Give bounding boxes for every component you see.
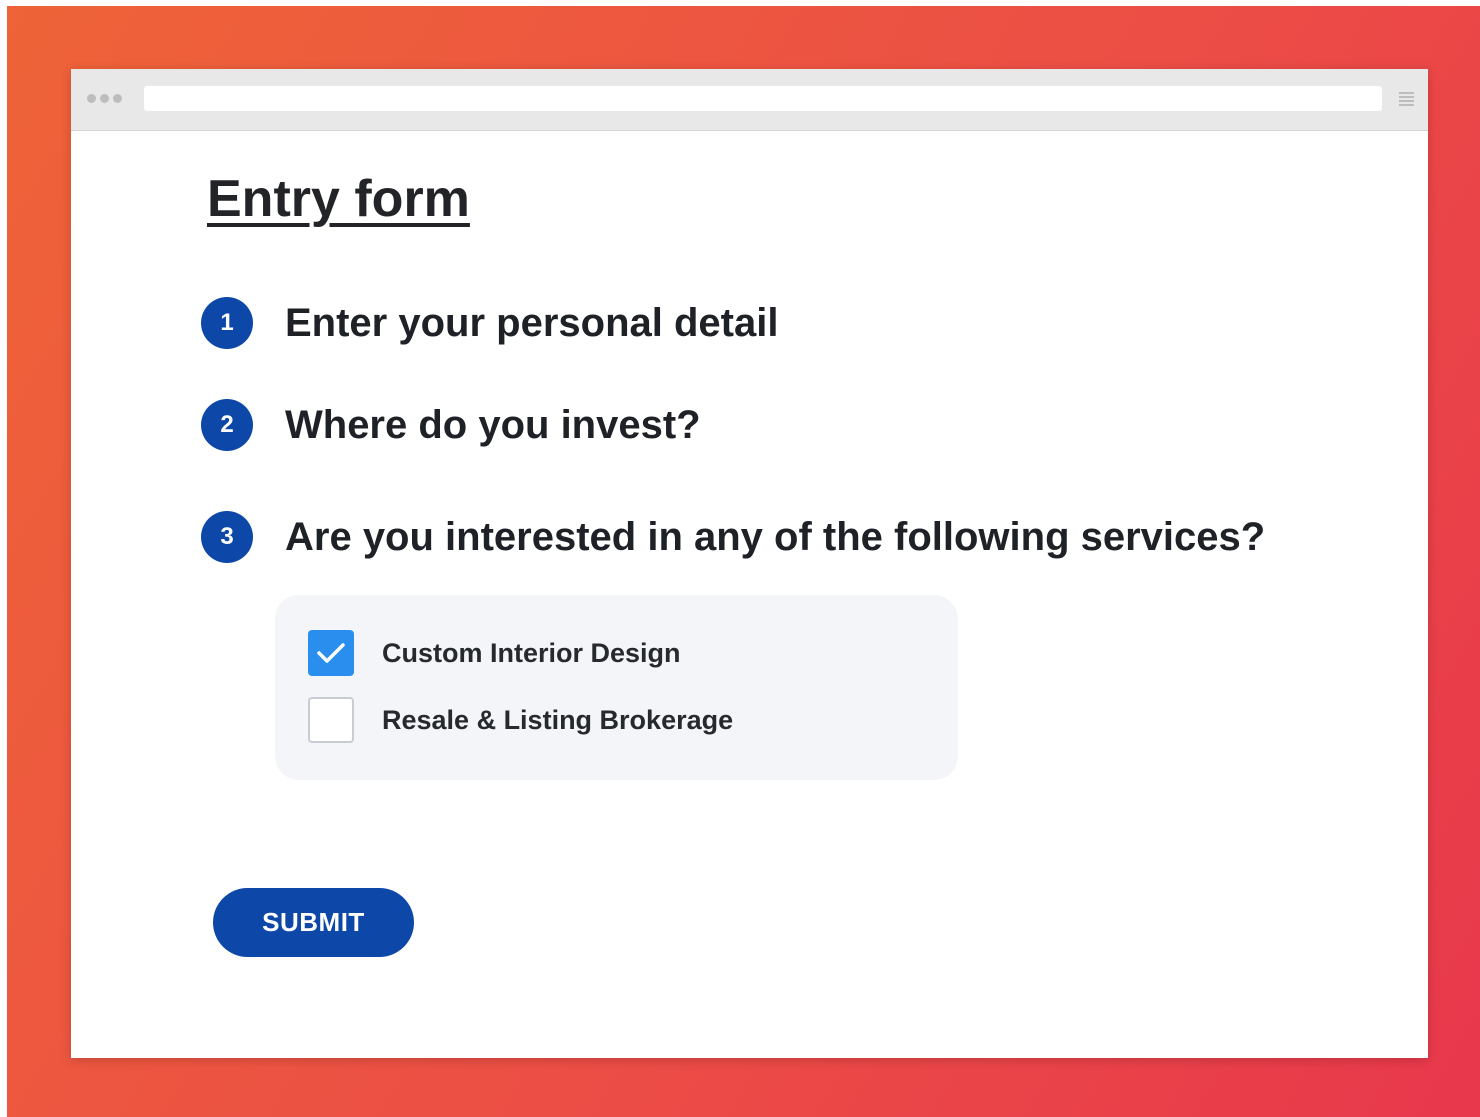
services-options-panel: Custom Interior Design Resale & Listing … — [275, 595, 958, 780]
hamburger-menu-icon[interactable] — [1399, 92, 1414, 106]
step-number-badge: 3 — [201, 511, 253, 563]
step-number-badge: 1 — [201, 297, 253, 349]
step-label: Where do you invest? — [285, 402, 701, 447]
page-title: Entry form — [207, 170, 470, 228]
address-bar[interactable] — [144, 86, 1382, 111]
option-label: Resale & Listing Brokerage — [382, 704, 734, 735]
checkbox-checked[interactable] — [308, 630, 354, 676]
submit-button[interactable]: SUBMIT — [213, 888, 414, 957]
browser-toolbar — [71, 69, 1428, 131]
step-label: Are you interested in any of the followi… — [285, 514, 1266, 559]
step-personal-detail[interactable]: 1 Enter your personal detail — [201, 297, 778, 349]
window-dot — [100, 94, 109, 103]
step-services-interest: 3 Are you interested in any of the follo… — [201, 511, 1265, 563]
three-dots-icon[interactable] — [87, 94, 122, 104]
window-dot — [87, 94, 96, 103]
checkmark-icon — [317, 643, 345, 663]
option-label: Custom Interior Design — [382, 637, 681, 668]
checkbox-unchecked[interactable] — [308, 697, 354, 743]
step-number-badge: 2 — [201, 399, 253, 451]
option-custom-interior-design[interactable]: Custom Interior Design — [308, 630, 681, 676]
step-invest-location[interactable]: 2 Where do you invest? — [201, 399, 701, 451]
window-dot — [113, 94, 122, 103]
step-label: Enter your personal detail — [285, 300, 779, 345]
option-resale-listing-brokerage[interactable]: Resale & Listing Brokerage — [308, 697, 733, 743]
browser-window: Entry form 1 Enter your personal detail … — [71, 69, 1428, 1058]
